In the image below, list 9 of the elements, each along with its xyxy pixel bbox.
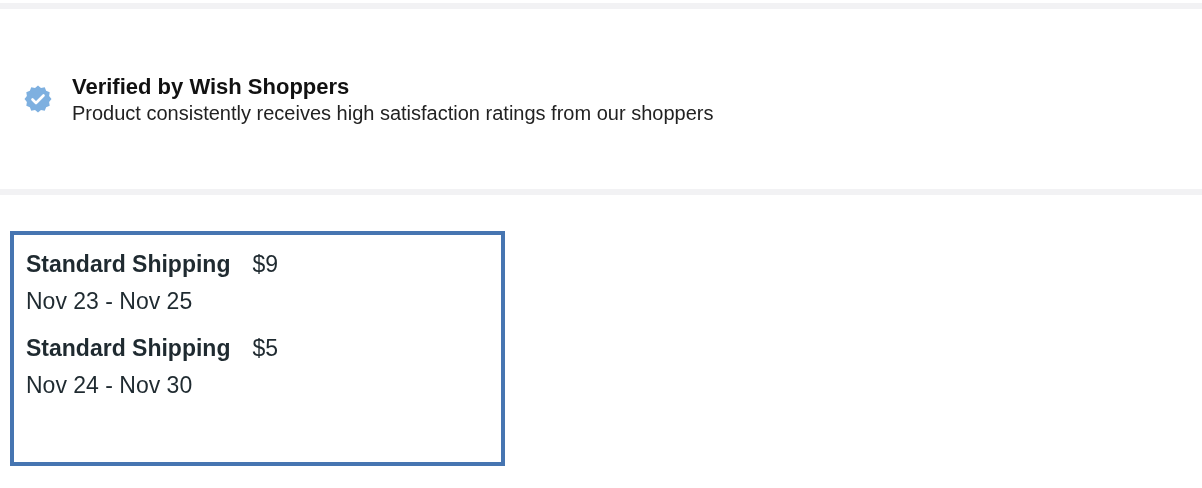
shipping-price: $9: [252, 251, 279, 278]
delivery-dates: Nov 24 - Nov 30: [26, 372, 194, 399]
verified-title: Verified by Wish Shoppers: [72, 73, 351, 100]
verified-badge-icon: [24, 85, 52, 113]
shipping-method: Standard Shipping: [26, 335, 231, 362]
shipping-price: $5: [252, 335, 279, 362]
delivery-dates: Nov 23 - Nov 25: [26, 288, 194, 315]
shipping-method: Standard Shipping: [26, 251, 231, 278]
verified-description: Product consistently receives high satisfaction ratings from our shoppers: [72, 101, 714, 125]
